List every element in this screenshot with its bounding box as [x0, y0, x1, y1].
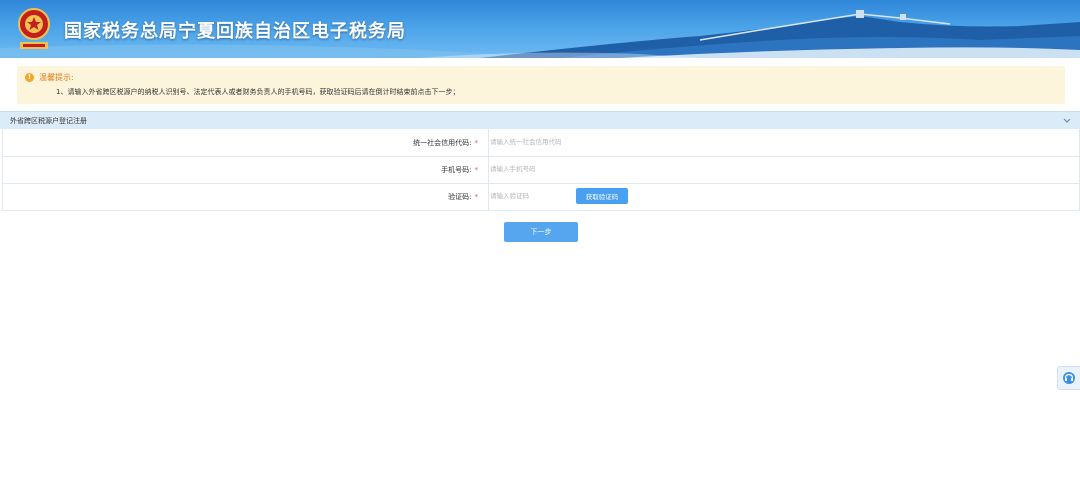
credit-code-input[interactable] — [490, 135, 570, 149]
form-row-phone: 手机号码: * — [3, 156, 1079, 184]
required-mark: * — [474, 166, 479, 174]
verify-code-label: 验证码: * — [448, 193, 479, 201]
customer-service-button[interactable] — [1057, 366, 1080, 390]
required-mark: * — [474, 193, 479, 201]
verify-code-input[interactable] — [490, 189, 570, 203]
chevron-down-icon[interactable] — [1062, 115, 1072, 125]
phone-label: 手机号码: * — [441, 166, 479, 174]
get-code-button[interactable]: 获取验证码 — [576, 188, 628, 204]
section-title: 外省跨区税源户登记注册 — [10, 117, 87, 125]
header-banner: 国家税务总局宁夏回族自治区电子税务局 — [0, 0, 1080, 58]
section-header[interactable]: 外省跨区税源户登记注册 — [0, 111, 1080, 129]
notice-heading-row: ! 温馨提示: — [25, 72, 74, 83]
customer-service-icon — [1063, 372, 1075, 384]
notice-text: 1、请输入外省跨区税源户的纳税人识别号、法定代表人或者财务负责人的手机号码，获取… — [56, 88, 460, 96]
label-cell: 统一社会信用代码: * — [3, 129, 489, 156]
required-mark: * — [474, 139, 479, 147]
next-step-button[interactable]: 下一步 — [504, 222, 578, 242]
label-cell: 验证码: * — [3, 183, 489, 210]
phone-input[interactable] — [490, 162, 570, 176]
form-row-verify-code: 验证码:* 获取验证码 — [3, 183, 1079, 211]
form-row-credit-code: 统一社会信用代码: * — [3, 129, 1079, 157]
notice-heading: 温馨提示: — [39, 73, 74, 82]
info-icon: ! — [25, 73, 34, 82]
credit-code-label: 统一社会信用代码: * — [413, 139, 479, 147]
notice-box: ! 温馨提示: 1、请输入外省跨区税源户的纳税人识别号、法定代表人或者财务负责人… — [17, 66, 1065, 104]
site-title: 国家税务总局宁夏回族自治区电子税务局 — [64, 21, 406, 42]
label-cell: 手机号码: * — [3, 156, 489, 183]
registration-form: 统一社会信用代码:* 手机号码:* 验证码:* 获取验证码 — [2, 129, 1080, 211]
tax-emblem-icon — [18, 8, 50, 49]
